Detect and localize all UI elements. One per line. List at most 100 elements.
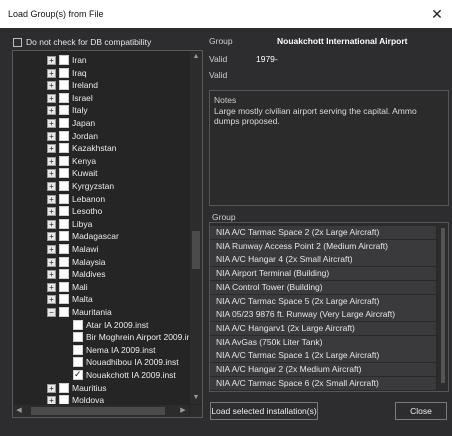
tree-country-item[interactable]: − Mauritania [13,306,189,318]
plus-box-icon[interactable]: + [47,182,56,191]
country-checkbox[interactable] [59,80,69,91]
close-button[interactable]: Close [395,402,447,420]
group-list[interactable]: NIA A/C Tarmac Space 2 (2x Large Aircraf… [209,222,449,392]
plus-box-icon[interactable]: + [47,257,56,267]
plus-box-icon[interactable]: + [47,282,56,292]
tree-country-item[interactable]: + Kazakhstan [13,142,189,154]
group-list-item[interactable]: NIA Runway Access Point 2 (Medium Aircra… [210,239,436,253]
plus-box-icon[interactable]: + [47,56,56,65]
tree-country-item[interactable]: + Malta [13,293,189,305]
file-checkbox[interactable] [73,369,83,380]
country-checkbox[interactable] [59,206,69,217]
tree-country-item[interactable]: + Maldives [13,268,189,280]
tree-country-item[interactable]: + Malaysia [13,256,189,268]
scroll-right-icon[interactable]: ▶ [177,405,189,417]
country-checkbox[interactable] [59,67,69,78]
country-checkbox[interactable] [59,395,69,404]
plus-box-icon[interactable]: + [47,131,56,141]
group-list-item[interactable]: NIA Control Tower (Building) [210,280,436,294]
group-list-item[interactable]: NIA A/C Tarmac Space 1 (2x Large Aircraf… [210,349,436,363]
country-checkbox[interactable] [59,193,69,204]
group-list-item[interactable]: NIA Airport Terminal (Building) [210,267,436,281]
group-list-item[interactable]: NIA A/C Tarmac Space 5 (2x Large Aircraf… [210,294,436,308]
scroll-down-icon[interactable]: ▼ [190,392,202,404]
plus-box-icon[interactable]: + [47,81,56,91]
country-checkbox[interactable] [59,168,69,179]
country-checkbox[interactable] [59,269,69,280]
country-checkbox[interactable] [59,244,69,254]
group-list-item[interactable]: NIA 05/23 9876 ft. Runway (Very Large Ai… [210,308,436,322]
tree-country-item[interactable]: + Kyrgyzstan [13,180,189,192]
scroll-left-icon[interactable]: ◀ [13,405,25,417]
tree-file-item[interactable]: Nouakchott IA 2009.inst [13,369,189,381]
country-checkbox[interactable] [59,256,69,267]
plus-box-icon[interactable]: + [47,219,56,229]
tree-country-item[interactable]: + Libya [13,218,189,230]
country-checkbox[interactable] [59,92,69,103]
tree-country-item[interactable]: + Iraq [13,67,189,79]
group-list-scroll-thumb[interactable] [441,228,445,383]
tree-file-item[interactable]: Nema IA 2009.inst [13,344,189,356]
file-checkbox[interactable] [73,344,83,355]
tree-country-item[interactable]: + Kuwait [13,167,189,179]
tree-country-item[interactable]: + Mali [13,281,189,293]
tree-country-item[interactable]: + Kenya [13,155,189,167]
group-list-item[interactable]: NIA A/C Hangarv1 (2x Large Aircraft) [210,321,436,335]
plus-box-icon[interactable]: + [47,119,56,128]
tree-country-item[interactable]: + Madagascar [13,230,189,242]
plus-box-icon[interactable]: + [47,207,56,217]
tree-file-item[interactable]: Nouadhibou IA 2009.inst [13,356,189,368]
country-checkbox[interactable] [59,382,69,393]
country-checkbox[interactable] [59,231,69,242]
group-list-item[interactable]: NIA A/C Tarmac Space 2 (2x Large Aircraf… [210,226,436,239]
plus-box-icon[interactable]: + [47,270,56,280]
plus-box-icon[interactable]: + [47,194,56,204]
country-checkbox[interactable] [59,105,69,116]
group-list-scrollbar[interactable] [438,223,448,391]
plus-box-icon[interactable]: + [47,156,56,166]
tree-file-item[interactable]: Atar IA 2009.inst [13,319,189,331]
plus-box-icon[interactable]: + [47,383,56,393]
country-checkbox[interactable] [59,307,69,317]
file-checkbox[interactable] [73,332,83,343]
close-icon[interactable]: ✕ [422,0,452,28]
tree-country-item[interactable]: + Moldova [13,394,189,404]
plus-box-icon[interactable]: + [47,106,56,116]
country-checkbox[interactable] [59,181,69,191]
group-list-item[interactable]: NIA AvGas (750k Liter Tank) [210,335,436,349]
db-compat-checkbox[interactable] [13,38,22,47]
country-checkbox[interactable] [59,55,69,65]
plus-box-icon[interactable]: + [47,245,56,254]
group-list-item[interactable]: NIA A/C Hangar 4 (2x Small Aircraft) [210,253,436,267]
country-checkbox[interactable] [59,155,69,166]
tree-vertical-scrollbar[interactable]: ▲ ▼ [190,51,202,404]
file-checkbox[interactable] [73,357,83,368]
tree-country-item[interactable]: + Iran [13,54,189,66]
country-checkbox[interactable] [59,143,69,154]
country-tree[interactable]: + Iran + Iraq + Ireland + Israel + Italy + Japan + Jo… [12,50,203,418]
plus-box-icon[interactable]: + [47,396,56,404]
tree-country-item[interactable]: + Israel [13,92,189,104]
country-checkbox[interactable] [59,294,69,305]
plus-box-icon[interactable]: + [47,144,56,154]
tree-country-item[interactable]: + Jordan [13,130,189,142]
tree-country-item[interactable]: + Japan [13,117,189,129]
tree-country-item[interactable]: + Lebanon [13,193,189,205]
file-checkbox[interactable] [73,319,83,330]
tree-vscroll-thumb[interactable] [192,231,200,269]
tree-country-item[interactable]: + Italy [13,104,189,116]
tree-country-item[interactable]: + Malawi [13,243,189,255]
tree-hscroll-thumb[interactable] [31,407,165,415]
plus-box-icon[interactable]: + [47,295,56,305]
country-checkbox[interactable] [59,118,69,128]
plus-box-icon[interactable]: + [47,68,56,78]
tree-country-item[interactable]: + Ireland [13,79,189,91]
minus-box-icon[interactable]: − [47,308,56,317]
country-checkbox[interactable] [59,218,69,229]
load-installations-button[interactable]: Load selected installation(s) [210,402,318,420]
scroll-up-icon[interactable]: ▲ [190,51,202,63]
plus-box-icon[interactable]: + [47,169,56,179]
country-checkbox[interactable] [59,130,69,141]
group-list-item[interactable]: NIA A/C Tarmac Space 6 (2x Small Aircraf… [210,376,436,390]
tree-horizontal-scrollbar[interactable]: ◀ ▶ [13,405,189,417]
